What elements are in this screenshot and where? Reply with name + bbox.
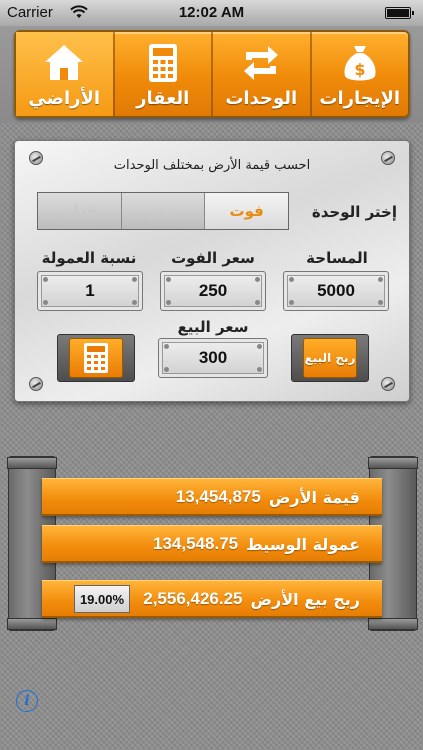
- price-input[interactable]: 250: [160, 271, 266, 311]
- results-panel: 13,454,875 قيمة الأرض 134,548.75 عمولة ا…: [0, 456, 423, 631]
- land-value: 13,454,875: [175, 487, 261, 506]
- calculator-icon: [148, 44, 177, 82]
- price-label: سعر الفوت: [171, 249, 255, 267]
- refresh-arrows-icon: [244, 46, 279, 80]
- unit-option-feddan[interactable]: فدان: [38, 193, 121, 229]
- house-icon: [45, 45, 84, 80]
- area-label: المساحة: [306, 249, 368, 267]
- area-value: 5000: [317, 281, 355, 300]
- tab-units[interactable]: الوحدات: [211, 32, 310, 116]
- broker-commission-label: عمولة الوسيط: [246, 534, 360, 554]
- calculate-button[interactable]: [57, 334, 135, 382]
- tab-label: الأراضي: [28, 88, 101, 109]
- unit-selector: فدان متر فوت: [37, 192, 289, 230]
- sale-price-label: سعر البيع: [177, 318, 249, 336]
- commission-label: نسبة العمولة: [41, 249, 137, 267]
- sale-profit-button[interactable]: ربح البيع: [291, 334, 369, 382]
- top-navigation: الأراضي العقار الوحدات $ الإيجارات: [0, 26, 423, 123]
- screw-icon: [381, 377, 395, 391]
- sale-profit-label: ربح بيع الأرض: [250, 589, 361, 609]
- calculator-panel: احسب قيمة الأرض بمختلف الوحدات فدان متر …: [14, 140, 410, 402]
- nav-tab-bar: الأراضي العقار الوحدات $ الإيجارات: [14, 30, 410, 118]
- unit-label: إختر الوحدة: [311, 203, 397, 221]
- tab-rentals[interactable]: $ الإيجارات: [309, 32, 409, 116]
- land-value-row: 13,454,875 قيمة الأرض: [42, 478, 382, 516]
- screw-icon: [29, 377, 43, 391]
- price-value: 250: [198, 281, 228, 300]
- commission-value: 1: [85, 281, 95, 300]
- calculator-icon: [84, 343, 108, 373]
- broker-commission-value: 134,548.75: [153, 534, 239, 553]
- status-time: 12:02 AM: [178, 4, 245, 21]
- status-bar: Carrier 12:02 AM: [0, 0, 423, 26]
- unit-option-meter[interactable]: متر: [120, 193, 205, 229]
- sale-price-value: 300: [198, 348, 228, 367]
- land-value-label: قيمة الأرض: [268, 487, 360, 507]
- calculator-title: احسب قيمة الأرض بمختلف الوحدات: [113, 158, 311, 173]
- profit-percent-badge: 19.00%: [74, 585, 130, 613]
- info-icon[interactable]: i: [16, 690, 38, 712]
- tab-label: العقار: [136, 88, 190, 109]
- svg-text:$: $: [354, 60, 365, 79]
- unit-option-foot[interactable]: فوت: [204, 193, 289, 229]
- sale-profit-row: 19.00% 2,556,426.25 ربح بيع الأرض: [42, 580, 382, 618]
- commission-input[interactable]: 1: [37, 271, 143, 311]
- tab-label: الإيجارات: [319, 88, 401, 109]
- sale-profit-label: ربح البيع: [303, 338, 357, 378]
- broker-commission-row: 134,548.75 عمولة الوسيط: [42, 525, 382, 563]
- battery-icon: [385, 7, 414, 19]
- area-input[interactable]: 5000: [283, 271, 389, 311]
- tab-property[interactable]: العقار: [112, 32, 212, 116]
- money-bag-icon: $: [344, 46, 376, 81]
- tab-label: الوحدات: [225, 88, 298, 109]
- tab-lands[interactable]: الأراضي: [16, 32, 113, 116]
- sale-price-input[interactable]: 300: [158, 338, 268, 378]
- sale-profit-value: 2,556,426.25: [143, 589, 243, 608]
